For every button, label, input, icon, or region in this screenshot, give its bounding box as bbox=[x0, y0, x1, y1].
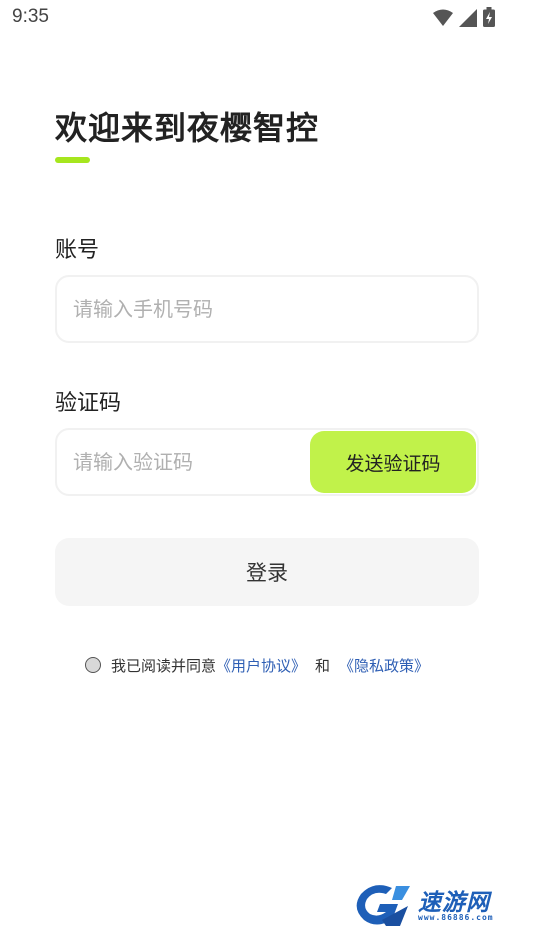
battery-charging-icon bbox=[483, 7, 495, 27]
agreement-prefix: 我已阅读并同意 bbox=[111, 656, 217, 675]
code-input-box: 发送验证码 bbox=[55, 428, 479, 496]
page-title: 欢迎来到夜樱智控 bbox=[55, 109, 320, 147]
agreement-radio[interactable] bbox=[85, 657, 101, 673]
agreement-row: 我已阅读并同意 《用户协议》 和 《隐私政策》 bbox=[85, 653, 429, 677]
user-agreement-link[interactable]: 《用户协议》 bbox=[216, 655, 306, 676]
status-icons bbox=[433, 7, 495, 27]
title-underline bbox=[55, 157, 90, 163]
phone-input[interactable] bbox=[73, 277, 463, 341]
phone-input-box bbox=[55, 275, 479, 343]
login-button[interactable]: 登录 bbox=[55, 538, 479, 606]
send-code-button[interactable]: 发送验证码 bbox=[310, 431, 476, 493]
verification-code-label: 验证码 bbox=[55, 391, 122, 416]
verification-code-input[interactable] bbox=[73, 430, 303, 494]
status-time: 9:35 bbox=[12, 6, 49, 27]
watermark-brand: 速游网 bbox=[418, 890, 490, 916]
agreement-conjunction: 和 bbox=[315, 656, 331, 675]
watermark: 速游网 www.86886.com bbox=[352, 882, 522, 928]
signal-icon bbox=[459, 9, 477, 27]
wifi-icon bbox=[433, 9, 453, 26]
privacy-policy-link[interactable]: 《隐私政策》 bbox=[339, 655, 429, 676]
account-label: 账号 bbox=[55, 238, 100, 263]
logo-icon bbox=[356, 885, 410, 926]
status-bar: 9:35 bbox=[0, 0, 535, 36]
watermark-url: www.86886.com bbox=[418, 913, 494, 922]
